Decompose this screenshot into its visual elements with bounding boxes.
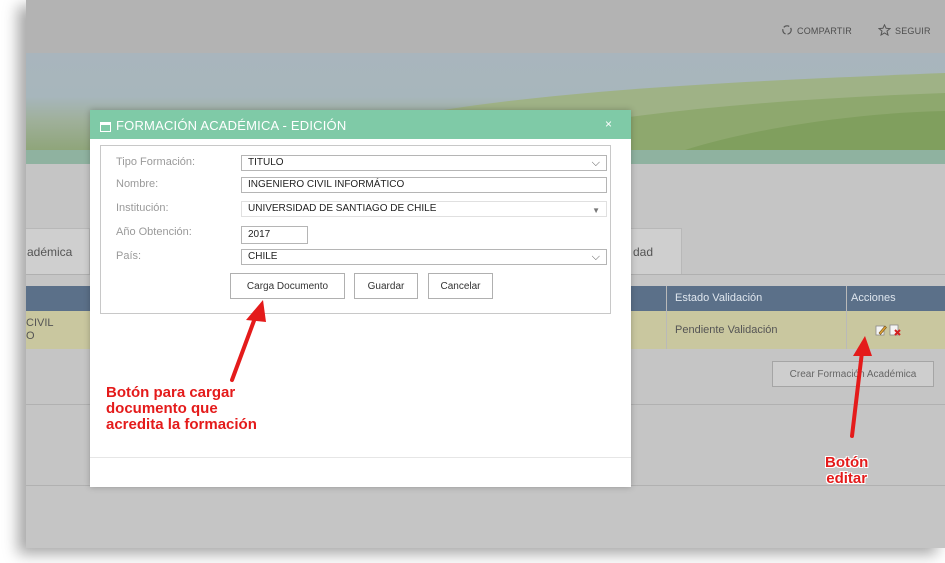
tipo-formacion-label: Tipo Formación: bbox=[116, 156, 196, 168]
edit-icon[interactable] bbox=[875, 323, 887, 341]
close-icon[interactable]: × bbox=[605, 117, 612, 131]
column-divider bbox=[666, 286, 667, 349]
anio-label: Año Obtención: bbox=[116, 226, 192, 238]
upload-note-line: Botón para cargar bbox=[106, 384, 236, 401]
dropdown-arrow-icon: ▼ bbox=[592, 206, 600, 215]
delete-icon[interactable] bbox=[889, 323, 901, 341]
edit-note-line: editar bbox=[826, 470, 868, 487]
nombre-label: Nombre: bbox=[116, 178, 159, 190]
dialog-title: FORMACIÓN ACADÉMICA - EDICIÓN bbox=[116, 118, 347, 133]
row-estado: Pendiente Validación bbox=[675, 324, 778, 336]
share-label: COMPARTIR bbox=[797, 26, 852, 36]
tipo-formacion-value: TITULO bbox=[248, 157, 284, 168]
chevron-down-icon: ⌵ bbox=[591, 251, 600, 263]
row-actions bbox=[875, 323, 901, 341]
row-name-line1: CIVIL bbox=[26, 317, 54, 329]
carga-documento-button[interactable]: Carga Documento bbox=[230, 273, 345, 299]
share-icon bbox=[781, 24, 793, 38]
tab-formacion-academica[interactable]: adémica bbox=[26, 228, 90, 275]
institucion-label: Institución: bbox=[116, 202, 169, 214]
column-divider bbox=[846, 286, 847, 349]
guardar-button[interactable]: Guardar bbox=[354, 273, 418, 299]
tab-label: dad bbox=[633, 245, 654, 259]
tipo-formacion-select[interactable]: TITULO ⌵ bbox=[241, 155, 607, 171]
nombre-value: INGENIERO CIVIL INFORMÁTICO bbox=[248, 179, 405, 190]
row-name-line2: O bbox=[26, 330, 35, 342]
upload-annotation: Botón para cargar documento que acredita… bbox=[106, 385, 257, 433]
dialog-header: FORMACIÓN ACADÉMICA - EDICIÓN × bbox=[90, 110, 631, 139]
column-estado: Estado Validación bbox=[675, 292, 763, 304]
share-action[interactable]: COMPARTIR bbox=[781, 24, 852, 38]
follow-label: SEGUIR bbox=[895, 26, 931, 36]
edit-note-line: Botón bbox=[825, 454, 869, 471]
follow-action[interactable]: SEGUIR bbox=[877, 23, 931, 38]
tab-right[interactable]: dad bbox=[626, 228, 682, 275]
upload-note-line: documento que bbox=[106, 400, 218, 417]
institucion-value: UNIVERSIDAD DE SANTIAGO DE CHILE bbox=[248, 203, 437, 214]
edit-annotation: Botón editar bbox=[825, 455, 868, 487]
column-acciones: Acciones bbox=[851, 292, 896, 304]
anio-value: 2017 bbox=[248, 229, 271, 240]
cancelar-button[interactable]: Cancelar bbox=[428, 273, 493, 299]
pais-label: País: bbox=[116, 250, 142, 262]
pais-value: CHILE bbox=[248, 251, 278, 262]
top-bar: COMPARTIR SEGUIR bbox=[26, 0, 945, 53]
create-formacion-button[interactable]: Crear Formación Académica bbox=[772, 361, 934, 387]
anio-input[interactable]: 2017 bbox=[241, 226, 308, 244]
tab-label: adémica bbox=[27, 245, 73, 259]
dialog-footer-divider bbox=[90, 457, 631, 458]
star-icon bbox=[877, 23, 892, 38]
institucion-select[interactable]: UNIVERSIDAD DE SANTIAGO DE CHILE ▼ bbox=[241, 201, 607, 217]
pais-select[interactable]: CHILE ⌵ bbox=[241, 249, 607, 265]
chevron-down-icon: ⌵ bbox=[591, 157, 600, 169]
nombre-input[interactable]: INGENIERO CIVIL INFORMÁTICO bbox=[241, 177, 607, 193]
window-icon bbox=[100, 119, 111, 137]
upload-note-line: acredita la formación bbox=[106, 416, 257, 433]
